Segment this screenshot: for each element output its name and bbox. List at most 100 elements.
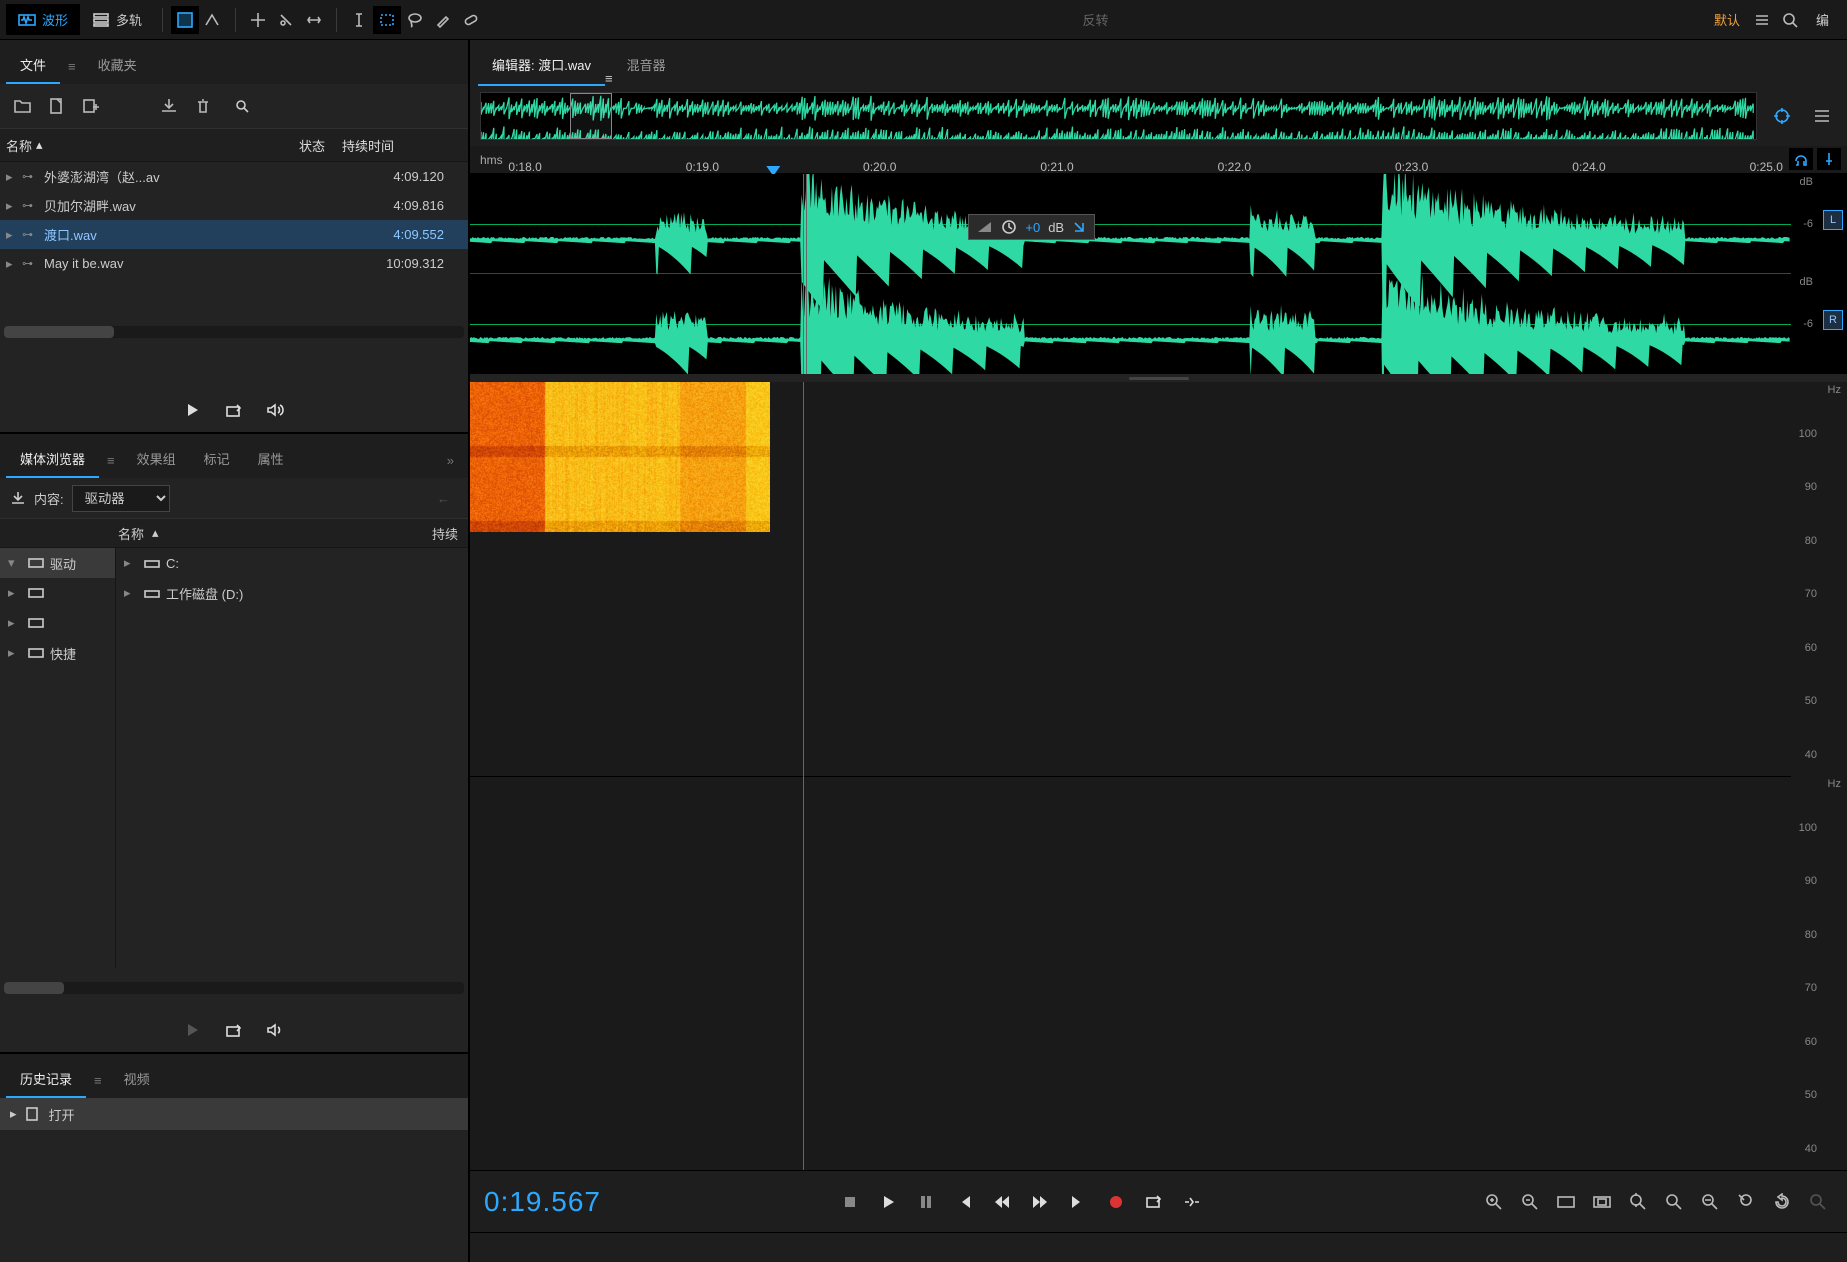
tab-media-menu[interactable]: ≡ [99,443,123,478]
overview-waveform[interactable] [480,92,1757,140]
search-help-button[interactable] [1776,6,1804,34]
waveform-display[interactable]: +0 dB dB -6 dB -6 L R [470,174,1847,374]
media-up-button[interactable] [10,490,26,506]
tab-editor[interactable]: 编辑器: 渡口.wav [478,45,605,86]
file-row[interactable]: ▸ ⊶ 渡口.wav 4:09.552 [0,220,468,249]
media-hscrollbar[interactable] [4,982,464,994]
workspace-menu-button[interactable] [1748,6,1776,34]
go-start-button[interactable] [948,1186,980,1218]
razor-tool[interactable] [272,6,300,34]
tab-editor-menu[interactable]: ≡ [605,71,613,86]
file-search-input[interactable] [249,95,460,118]
tab-properties[interactable]: 属性 [244,439,298,478]
tab-mixer[interactable]: 混音器 [613,45,680,86]
media-insert-button[interactable] [220,1016,248,1044]
zoom-in-point-button[interactable] [1695,1187,1725,1217]
media-play-button[interactable] [178,1016,206,1044]
delete-button[interactable] [188,92,218,120]
tab-files-menu[interactable]: ≡ [60,49,84,84]
mode-multitrack-button[interactable]: 多轨 [80,4,154,35]
tree-col-duration[interactable]: 持续 [432,524,458,543]
zoom-full-button[interactable] [1551,1187,1581,1217]
heal-tool[interactable] [457,6,485,34]
zoom-nav-button[interactable] [1767,101,1797,131]
tree-row[interactable]: ▾ 驱动 [0,548,115,578]
content-dropdown[interactable]: 驱动器 [72,485,170,512]
channel-left-badge[interactable]: L [1823,210,1843,230]
top-toolbar: 波形 多轨 反转 默认 编 [0,0,1847,40]
tab-markers[interactable]: 标记 [190,439,244,478]
pane-drag-handle[interactable] [470,374,1847,382]
slip-icon [305,11,323,29]
lasso-tool[interactable] [401,6,429,34]
tab-media-browser[interactable]: 媒体浏览器 [6,439,99,478]
pause-button[interactable] [910,1186,942,1218]
new-file-button[interactable] [42,92,72,120]
spectrogram-display[interactable]: Hz 100908070605040Hz100908070605040 [470,382,1847,1170]
list-view-button[interactable] [1807,101,1837,131]
tab-history[interactable]: 历史记录 [6,1059,86,1098]
play-button[interactable] [872,1186,904,1218]
pin-left-button[interactable] [1789,148,1813,170]
spectral-pitch-toggle[interactable] [199,6,227,34]
nav-back-button[interactable]: ← [437,491,450,506]
tab-favorites[interactable]: 收藏夹 [84,45,151,84]
tree-row[interactable]: ▸ 工作磁盘 (D:) [116,578,468,608]
stop-button[interactable] [834,1186,866,1218]
time-selection-tool[interactable] [345,6,373,34]
zoom-in-button[interactable] [1479,1187,1509,1217]
col-duration-header[interactable]: 持续时间 [342,136,462,155]
skip-selection-button[interactable] [1176,1186,1208,1218]
tab-overflow[interactable]: » [439,443,462,478]
gain-hud[interactable]: +0 dB [968,214,1095,240]
zoom-reset-button[interactable] [1767,1187,1797,1217]
channel-right-badge[interactable]: R [1823,310,1843,330]
tree-row[interactable]: ▸ 快捷 [0,638,115,668]
zoom-out-point-button[interactable] [1731,1187,1761,1217]
media-autoplay-button[interactable] [262,1016,290,1044]
col-status-header[interactable]: 状态 [282,136,342,155]
timeline-ruler[interactable]: hms 0:18.00:19.00:20.00:21.00:22.00:23.0… [470,146,1847,174]
zoom-sel-button[interactable] [1587,1187,1617,1217]
loop-button[interactable] [1138,1186,1170,1218]
playhead[interactable] [803,382,804,1170]
spectral-freq-toggle[interactable] [171,6,199,34]
history-item-open[interactable]: ▸ 打开 [0,1098,468,1130]
tree-row[interactable]: ▸ [0,608,115,638]
history-panel-tabs: 历史记录 ≡ 视频 [0,1054,468,1098]
forward-button[interactable] [1024,1186,1056,1218]
pin-right-button[interactable] [1817,148,1841,170]
files-play-button[interactable] [178,396,206,424]
zoom-out-button[interactable] [1515,1187,1545,1217]
record-button[interactable] [1100,1186,1132,1218]
rewind-button[interactable] [986,1186,1018,1218]
slip-tool[interactable] [300,6,328,34]
zoom-out-vert-button[interactable] [1659,1187,1689,1217]
move-tool[interactable] [244,6,272,34]
file-list-hscrollbar[interactable] [4,326,464,338]
file-row[interactable]: ▸ ⊶ 外婆澎湖湾（赵...av 4:09.120 [0,162,468,191]
open-file-button[interactable] [8,92,38,120]
tree-row[interactable]: ▸ C: [116,548,468,578]
files-autoplay-button[interactable] [262,396,290,424]
tab-files[interactable]: 文件 [6,45,60,84]
col-name-header[interactable]: 名称▴ [6,136,282,155]
playhead[interactable] [803,174,804,374]
zoom-in-vert-button[interactable] [1623,1187,1653,1217]
overview-selection[interactable] [570,93,612,139]
files-loop-button[interactable] [220,396,248,424]
new-multitrack-button[interactable] [76,92,106,120]
tree-row[interactable]: ▸ [0,578,115,608]
import-button[interactable] [154,92,184,120]
tab-history-menu[interactable]: ≡ [86,1063,110,1098]
tab-video[interactable]: 视频 [110,1059,164,1098]
workspace-default-button[interactable]: 默认 [1706,10,1748,29]
file-row[interactable]: ▸ ⊶ 贝加尔湖畔.wav 4:09.816 [0,191,468,220]
marquee-tool[interactable] [373,6,401,34]
tab-fx-group[interactable]: 效果组 [123,439,190,478]
brush-tool[interactable] [429,6,457,34]
go-end-button[interactable] [1062,1186,1094,1218]
file-row[interactable]: ▸ ⊶ May it be.wav 10:09.312 [0,249,468,278]
mode-waveform-button[interactable]: 波形 [6,4,80,35]
tree-col-name[interactable]: 名称 [118,524,144,543]
